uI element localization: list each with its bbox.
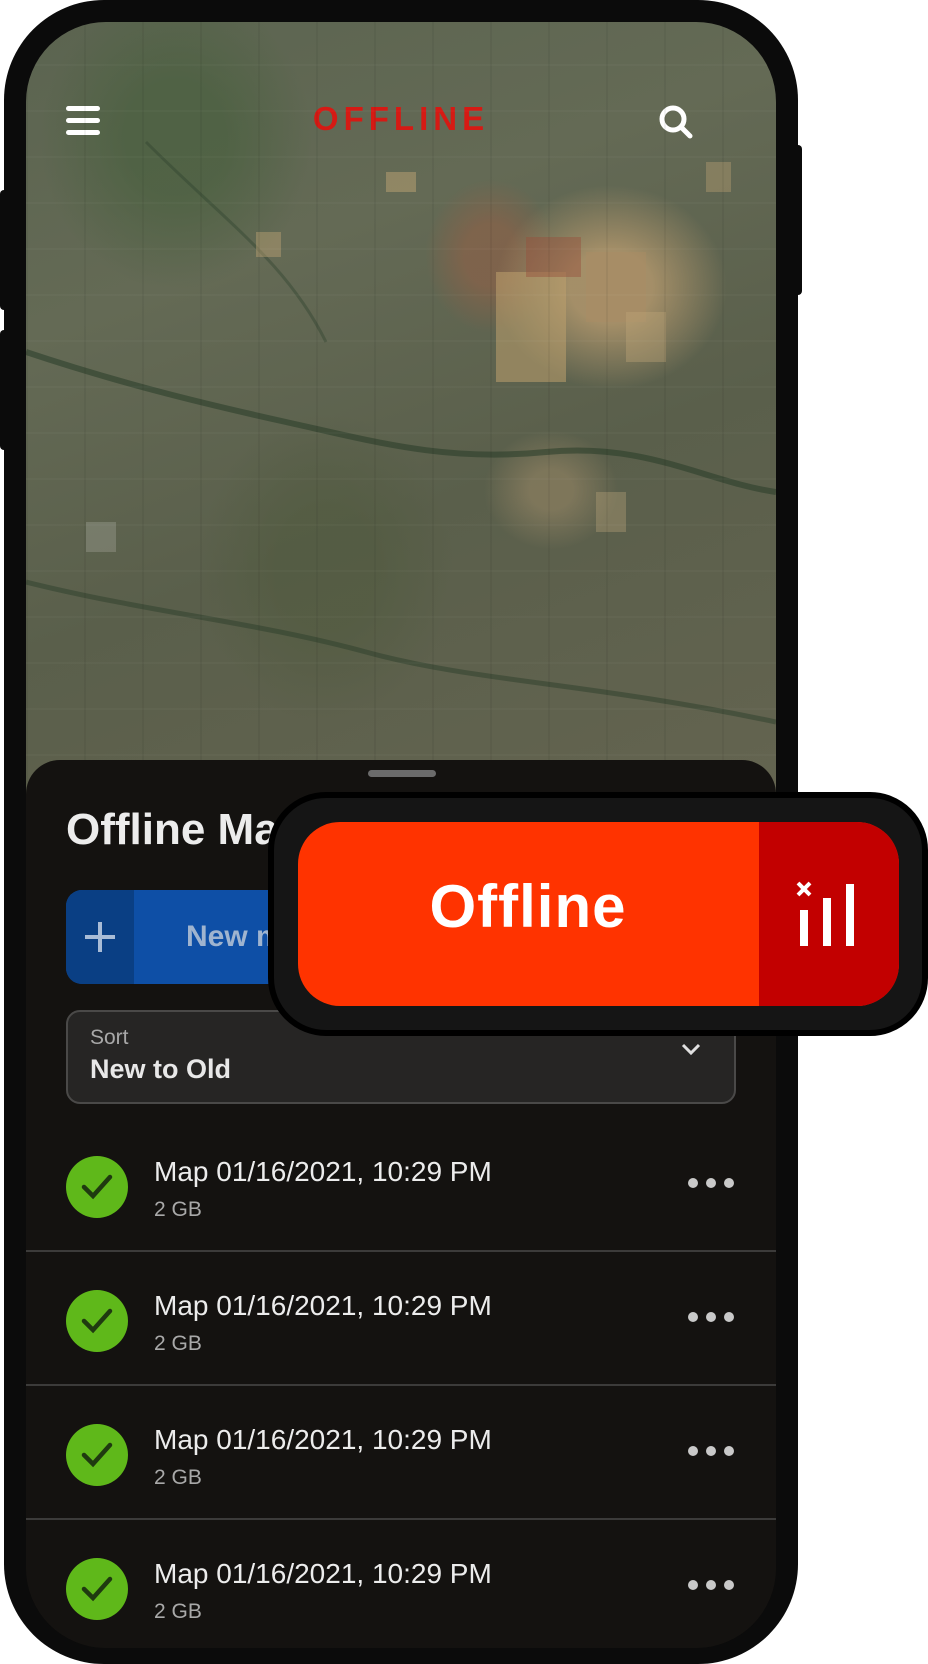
plus-icon [66,890,134,984]
list-item[interactable]: Map 01/16/2021, 10:29 PM 2 GB [26,1520,776,1648]
list-item[interactable]: Map 01/16/2021, 10:29 PM 2 GB [26,1118,776,1252]
sheet-drag-handle[interactable] [368,770,436,777]
hamburger-menu-icon[interactable] [66,106,100,136]
map-terrain-lines [26,140,776,725]
map-size: 2 GB [154,1466,202,1489]
chevron-down-icon [681,1043,701,1056]
satellite-map[interactable]: OFFLINE [26,22,776,802]
map-title: Map 01/16/2021, 10:29 PM [154,1424,492,1455]
map-size: 2 GB [154,1600,202,1623]
volume-down-button [0,330,8,450]
sort-label: Sort [90,1026,129,1049]
signal-off-icon [796,881,854,946]
offline-badge: Offline [268,792,928,1036]
more-options-icon[interactable] [688,1446,734,1458]
more-options-icon[interactable] [688,1312,734,1324]
sort-value: New to Old [90,1054,231,1084]
app-logo: OFFLINE [312,100,490,137]
check-icon [66,1424,128,1486]
search-icon[interactable] [656,102,696,142]
list-item[interactable]: Map 01/16/2021, 10:29 PM 2 GB [26,1386,776,1520]
power-button [794,145,802,295]
list-item[interactable]: Map 01/16/2021, 10:29 PM 2 GB [26,1252,776,1386]
signal-off-panel [759,822,899,1006]
check-icon [66,1558,128,1620]
map-title: Map 01/16/2021, 10:29 PM [154,1558,492,1589]
map-size: 2 GB [154,1198,202,1221]
check-icon [66,1156,128,1218]
top-bar: OFFLINE [26,22,776,172]
offline-badge-body: Offline [298,822,899,1006]
map-title: Map 01/16/2021, 10:29 PM [154,1156,492,1187]
offline-badge-label: Offline [429,873,627,940]
volume-up-button [0,190,8,310]
more-options-icon[interactable] [688,1580,734,1592]
more-options-icon[interactable] [688,1178,734,1190]
map-size: 2 GB [154,1332,202,1355]
check-icon [66,1290,128,1352]
map-title: Map 01/16/2021, 10:29 PM [154,1290,492,1321]
offline-maps-list: Map 01/16/2021, 10:29 PM 2 GB Map 01/16/… [26,1118,776,1648]
